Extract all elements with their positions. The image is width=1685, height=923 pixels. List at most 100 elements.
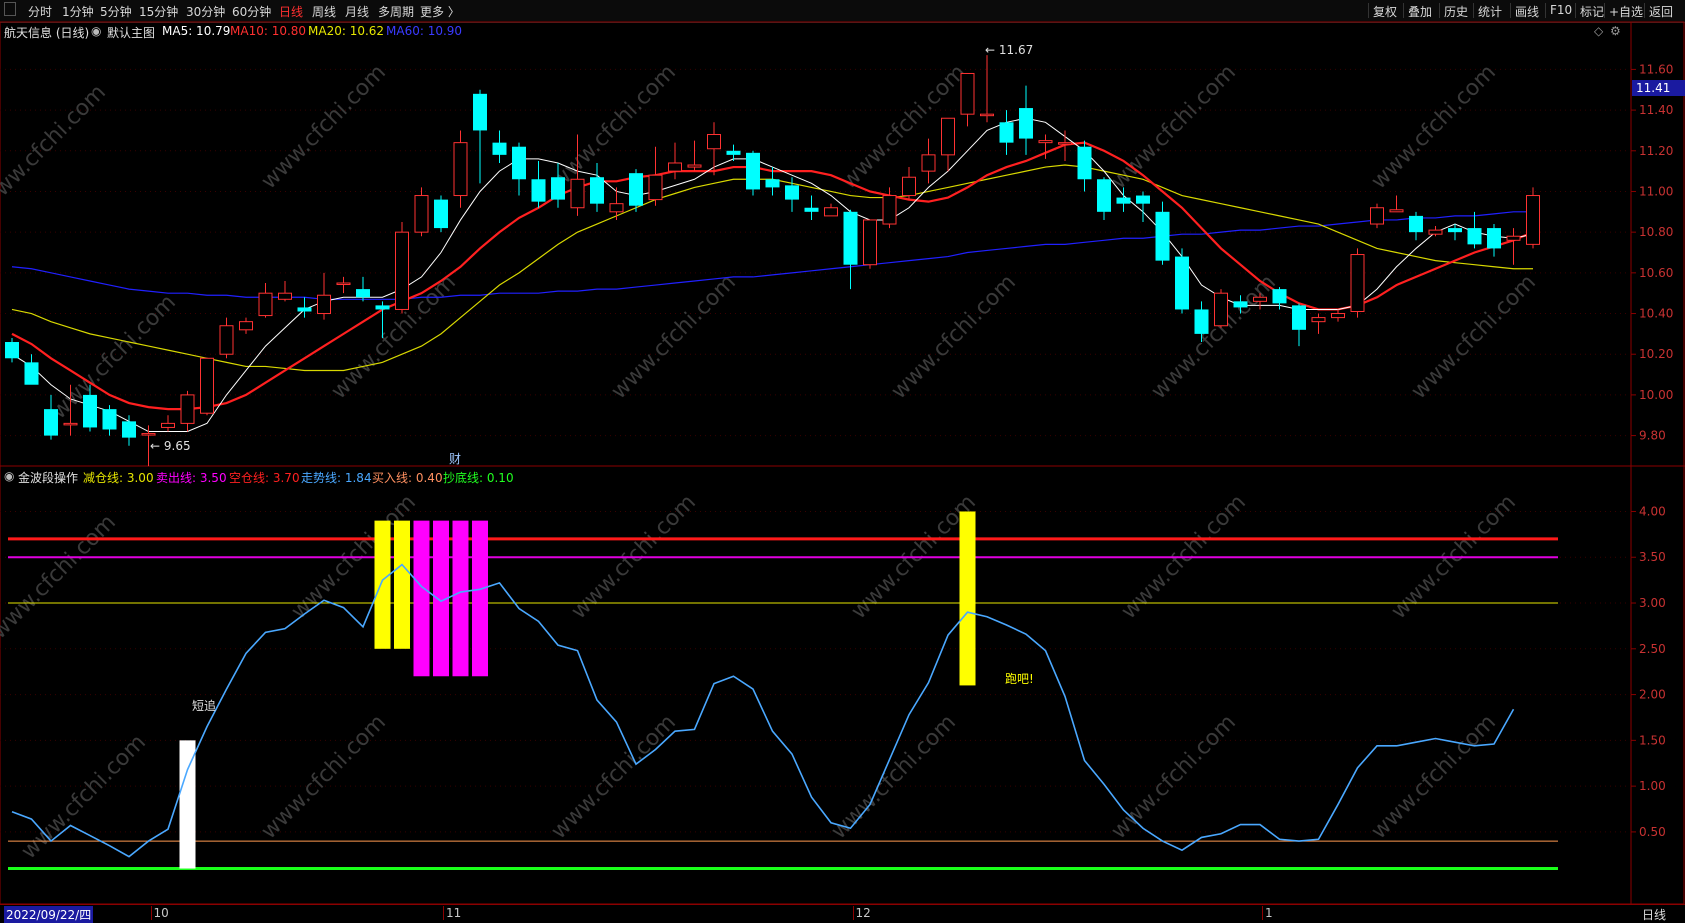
candle-up [882, 195, 897, 225]
watermark-text: www.cfchi.com [847, 490, 981, 624]
candle-up [1214, 292, 1228, 327]
candle-down [1292, 305, 1306, 330]
toolbar-right-item-5[interactable]: F10 [1550, 3, 1572, 17]
toolbar-item-0[interactable]: 分时 [28, 3, 52, 20]
diamond-icon[interactable]: ◇ [1594, 24, 1603, 38]
candle-down [24, 362, 39, 385]
toolbar-item-2[interactable]: 5分钟 [100, 3, 132, 20]
candle-down [590, 177, 604, 204]
watermark-text: www.cfchi.com [257, 710, 391, 844]
watermark-text: www.cfchi.com [1367, 60, 1501, 194]
indicator-tick-label: 3.00 [1639, 596, 1666, 610]
stock-title[interactable]: 航天信息 (日线) [4, 24, 89, 41]
toolbar-right-item-8[interactable]: 返回 [1649, 3, 1673, 20]
indicator-dropdown-icon[interactable]: ◉ [4, 469, 14, 483]
ma5-label: MA5: 10.79 [162, 24, 231, 38]
watermark-text: www.cfchi.com [17, 730, 151, 864]
candle-down [5, 342, 19, 359]
toolbar-item-10[interactable]: 更多 〉 [420, 3, 460, 20]
toolbar-item-9[interactable]: 多周期 [378, 3, 414, 20]
candle-up [141, 433, 156, 436]
signal-bar [433, 520, 449, 677]
ma20-line [11, 164, 1533, 372]
candle-down [1077, 146, 1092, 180]
candle-up [219, 325, 234, 355]
toolbar-item-4[interactable]: 30分钟 [186, 3, 225, 20]
toolbar-item-7[interactable]: 周线 [312, 3, 336, 20]
candle-up [317, 294, 331, 315]
toolbar-item-5[interactable]: 60分钟 [232, 3, 271, 20]
chart-canvas[interactable]: www.cfchi.com www.cfchi.com www.cfchi.com w… [0, 0, 1685, 922]
toolbar-right-item-1[interactable]: 叠加 [1408, 3, 1432, 20]
candle-down [1487, 228, 1501, 249]
price-tick-label: 10.00 [1639, 388, 1673, 402]
indicator-header: ◉ 金波段操作 减仓线: 3.00 卖出线: 3.50 空仓线: 3.70 走势… [0, 468, 1600, 486]
candle-down [765, 179, 780, 188]
toolbar-item-3[interactable]: 15分钟 [139, 3, 178, 20]
price-tick-label: 11.00 [1639, 184, 1673, 198]
price-tick-label: 10.20 [1639, 347, 1673, 361]
watermark-text: www.cfchi.com [1107, 710, 1241, 844]
chaodi-label: 抄底线: 0.10 [443, 471, 514, 485]
toolbar-separator [1545, 3, 1546, 18]
template-name[interactable]: 默认主图 [107, 24, 155, 41]
indicator-name[interactable]: 金波段操作 [18, 469, 78, 486]
watermark-text: www.cfchi.com [1367, 710, 1501, 844]
toolbar-item-6[interactable]: 日线 [279, 3, 303, 20]
watermark-text: www.cfchi.com [547, 710, 681, 844]
trend-series-line [11, 563, 1515, 858]
signal-bar [179, 740, 196, 869]
candle-up [824, 207, 838, 217]
toolbar-right-item-2[interactable]: 历史 [1444, 3, 1468, 20]
candle-down [297, 307, 312, 312]
candle-up [1506, 235, 1521, 241]
candle-up [1389, 209, 1404, 213]
toolbar-right-item-3[interactable]: 统计 [1478, 3, 1502, 20]
candle-down [1155, 211, 1170, 261]
ma5-line [11, 117, 1534, 433]
template-dropdown-icon[interactable]: ◉ [91, 24, 101, 38]
price-tick-label: 11.20 [1639, 144, 1673, 158]
candle-up [960, 72, 975, 115]
toolbar-right-item-7[interactable]: +自选 [1609, 3, 1643, 20]
high-price-annotation: ← 11.67 [985, 43, 1033, 57]
ma60-label: MA60: 10.90 [386, 24, 463, 38]
candle-up [1311, 317, 1326, 323]
chase-signal-label: 短追 [192, 698, 216, 713]
price-tick-label: 9.80 [1639, 429, 1666, 443]
period-toolbar: 分时 1分钟 5分钟 15分钟 30分钟 60分钟 日线 周线 月线 多周期 更多 〉 复权 叠加 历史… [0, 0, 1685, 23]
candle-up [648, 174, 663, 201]
candle-down [375, 305, 390, 310]
watermark-text: www.cfchi.com [1407, 270, 1541, 404]
toolbar-separator [1644, 3, 1645, 18]
toolbar-separator [1604, 3, 1605, 18]
candle-up [180, 394, 195, 424]
toolbar-right-item-4[interactable]: 画线 [1515, 3, 1539, 20]
toolbar-right-item-6[interactable]: 标记 [1580, 3, 1604, 20]
candle-down [785, 185, 799, 200]
signal-bar [374, 520, 391, 649]
watermark-text: www.cfchi.com [287, 490, 421, 624]
toolbar-right-item-0[interactable]: 复权 [1373, 3, 1397, 20]
candle-down [122, 421, 136, 438]
watermark-text: www.cfchi.com [567, 490, 701, 624]
indicator-tick-label: 1.00 [1639, 779, 1666, 793]
candle-down [804, 207, 819, 212]
candle-down [843, 211, 858, 265]
month-label: 11 [443, 906, 461, 920]
settings-icon[interactable]: ⚙ [1610, 24, 1621, 38]
window-toggle-icon[interactable] [4, 2, 16, 16]
candle-up [200, 357, 214, 414]
toolbar-item-1[interactable]: 1分钟 [62, 3, 94, 20]
mairu-label: 买入线: 0.40 [372, 471, 443, 485]
ma60-line [11, 211, 1533, 300]
period-label[interactable]: 日线 [1642, 906, 1666, 923]
toolbar-item-8[interactable]: 月线 [345, 3, 369, 20]
toolbar-separator [1473, 3, 1474, 18]
toolbar-separator [1575, 3, 1576, 18]
candle-up [707, 134, 721, 150]
price-tick-label: 11.60 [1639, 62, 1673, 76]
watermark-text: www.cfchi.com [47, 290, 181, 424]
candle-up [1038, 140, 1053, 144]
watermark-text: www.cfchi.com [1387, 490, 1521, 624]
